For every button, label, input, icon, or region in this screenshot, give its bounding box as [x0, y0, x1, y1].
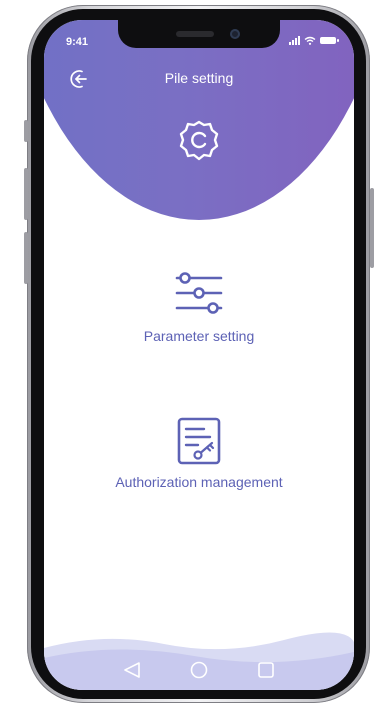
authorization-management-item[interactable]: Authorization management: [44, 416, 354, 490]
back-triangle-icon[interactable]: [124, 662, 140, 678]
parameter-setting-item[interactable]: Parameter setting: [44, 270, 354, 344]
volume-up-button: [24, 168, 28, 220]
status-time: 9:41: [66, 36, 89, 48]
page-title: Pile setting: [164, 70, 234, 86]
navigation-bar: [124, 661, 274, 679]
volume-down-button: [24, 232, 28, 284]
home-circle-icon[interactable]: [190, 661, 208, 679]
sliders-icon: [175, 272, 223, 314]
front-camera: [230, 29, 240, 39]
document-key-icon: [177, 417, 221, 465]
notch: [118, 20, 280, 48]
battery-icon: [320, 37, 339, 44]
recent-square-icon[interactable]: [258, 662, 274, 678]
power-button: [370, 188, 374, 268]
signal-icon: [289, 36, 300, 45]
wifi-icon: [304, 36, 316, 45]
gear-icon: [179, 120, 219, 161]
speaker-grille: [176, 31, 214, 37]
authorization-management-label: Authorization management: [115, 474, 283, 490]
parameter-setting-label: Parameter setting: [143, 328, 255, 344]
app-screen: 9:41 Pile setting Parameter setting Auth…: [44, 20, 354, 690]
mute-switch: [24, 120, 28, 142]
status-icons: [289, 36, 339, 45]
